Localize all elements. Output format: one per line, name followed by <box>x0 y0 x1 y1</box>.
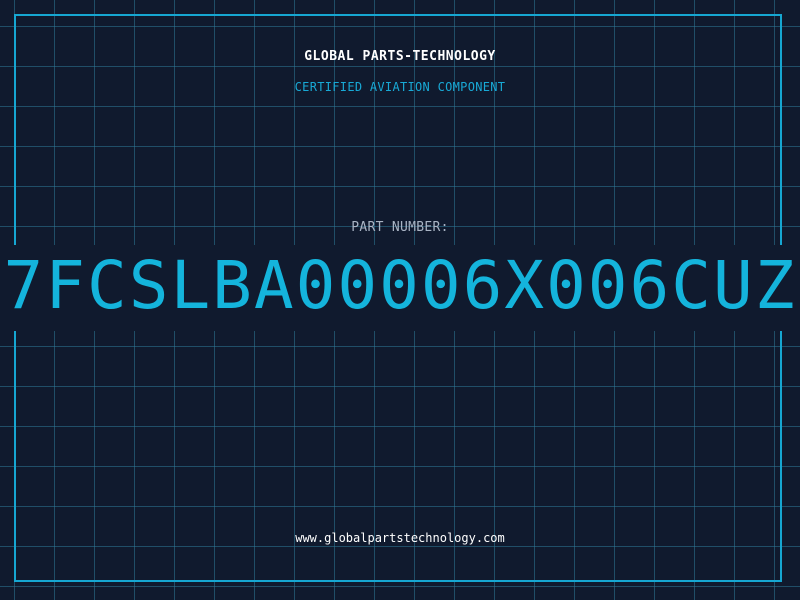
part-number-value: 7FCSLBA00006X006CUZ <box>3 247 797 324</box>
certification-subtitle: CERTIFIED AVIATION COMPONENT <box>294 80 506 94</box>
certificate-canvas: GLOBAL PARTS-TECHNOLOGY CERTIFIED AVIATI… <box>0 0 800 600</box>
part-number-band: 7FCSLBA00006X006CUZ <box>0 245 800 331</box>
website-link[interactable]: www.globalpartstechnology.com <box>0 531 800 545</box>
company-name: GLOBAL PARTS-TECHNOLOGY <box>304 49 496 64</box>
part-number-label: PART NUMBER: <box>351 220 449 235</box>
